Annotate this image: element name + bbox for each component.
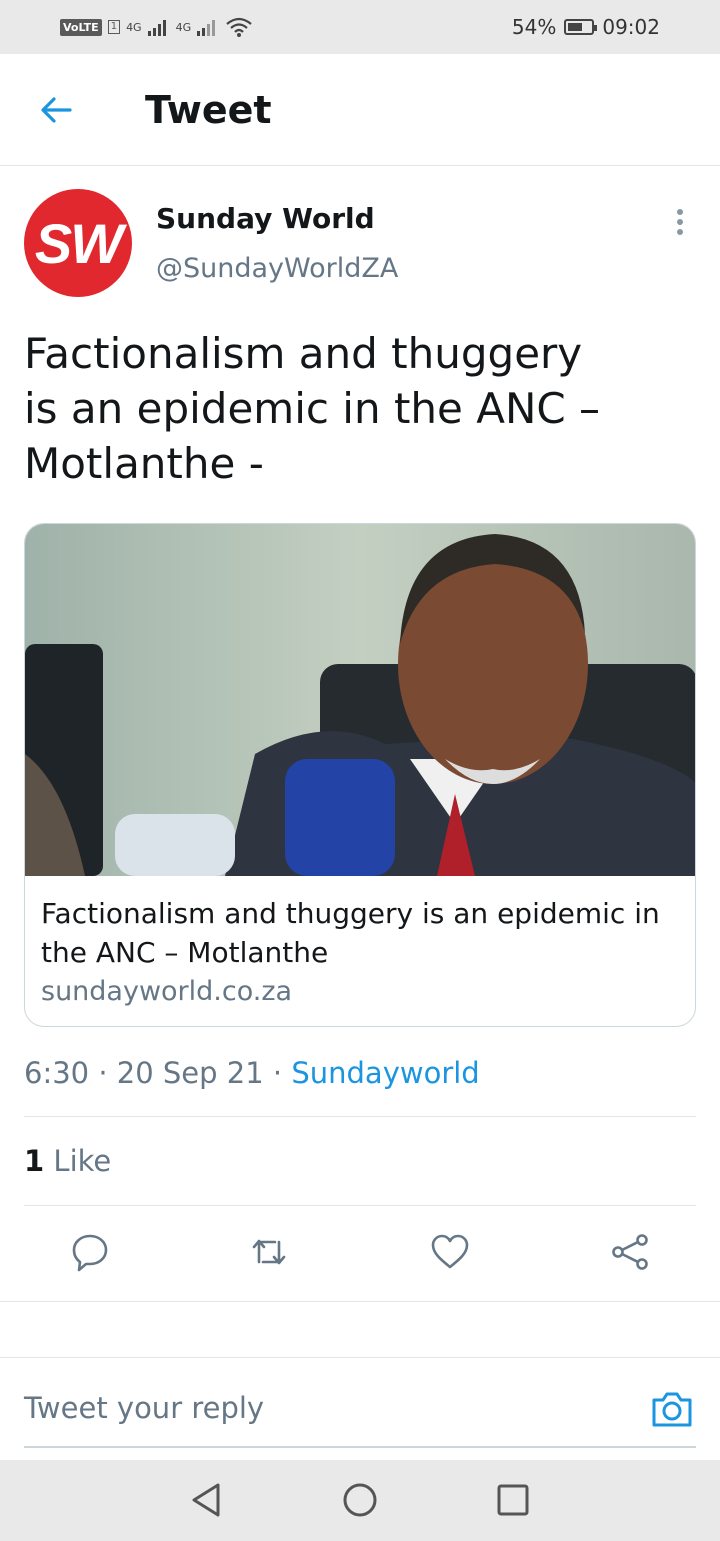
wifi-icon	[226, 17, 252, 37]
nav-home-icon[interactable]	[340, 1480, 380, 1520]
status-bar: VoLTE 1 4G 4G 54% 09:02	[0, 0, 720, 54]
tweet-date: 20 Sep 21	[116, 1056, 264, 1090]
avatar[interactable]: SW	[24, 189, 132, 297]
share-icon[interactable]	[610, 1232, 650, 1272]
signal-icon	[197, 20, 216, 36]
system-nav-bar	[0, 1460, 720, 1541]
network-type-2: 4G	[175, 20, 192, 34]
nav-back-icon[interactable]	[186, 1480, 226, 1520]
likes-count[interactable]: 1 Like	[24, 1144, 111, 1178]
tweet-text: Factionalism and thuggery is an epidemic…	[24, 329, 601, 488]
more-options-icon[interactable]	[668, 206, 692, 238]
status-left: VoLTE 1 4G 4G	[60, 14, 253, 40]
status-right: 54% 09:02	[512, 14, 660, 40]
reply-input[interactable]: Tweet your reply	[24, 1391, 264, 1425]
likes-label: Like	[53, 1144, 112, 1178]
reply-underline	[24, 1446, 696, 1448]
nav-recents-icon[interactable]	[493, 1480, 533, 1520]
tweet-time: 6:30	[24, 1056, 90, 1090]
link-card[interactable]: Factionalism and thuggery is an epidemic…	[24, 523, 696, 1027]
battery-percent: 54%	[511, 15, 557, 39]
retweet-icon[interactable]	[249, 1232, 289, 1272]
divider	[24, 1116, 696, 1117]
camera-icon[interactable]	[650, 1388, 694, 1430]
card-title: Factionalism and thuggery is an epidemic…	[41, 897, 660, 969]
top-app-bar: Tweet	[0, 54, 720, 166]
back-arrow-icon[interactable]	[38, 92, 74, 128]
network-type-1: 4G	[126, 20, 142, 34]
tweet-metadata: 6:30 · 20 Sep 21 · Sundayworld	[24, 1056, 480, 1090]
volte-badge: VoLTE	[60, 18, 102, 36]
sim-indicator: 1	[107, 20, 121, 34]
likes-number: 1	[24, 1144, 45, 1178]
battery-icon	[564, 19, 598, 35]
divider	[0, 1301, 720, 1302]
signal-icon	[147, 20, 166, 36]
card-domain: sundayworld.co.za	[41, 976, 293, 1007]
tweet-source-link[interactable]: Sundayworld	[291, 1056, 479, 1090]
divider	[24, 1205, 696, 1206]
article-photo	[25, 524, 695, 876]
author-handle[interactable]: @SundayWorldZA	[156, 253, 398, 284]
divider	[0, 1357, 720, 1358]
clock: 09:02	[602, 15, 660, 39]
reply-icon[interactable]	[70, 1232, 110, 1272]
meta-separator: ·	[272, 1056, 283, 1090]
page-title: Tweet	[145, 88, 272, 132]
author-name[interactable]: Sunday World	[156, 202, 375, 235]
like-icon[interactable]	[430, 1232, 470, 1272]
meta-separator: ·	[98, 1056, 108, 1090]
avatar-logo-text: SW	[34, 211, 123, 275]
